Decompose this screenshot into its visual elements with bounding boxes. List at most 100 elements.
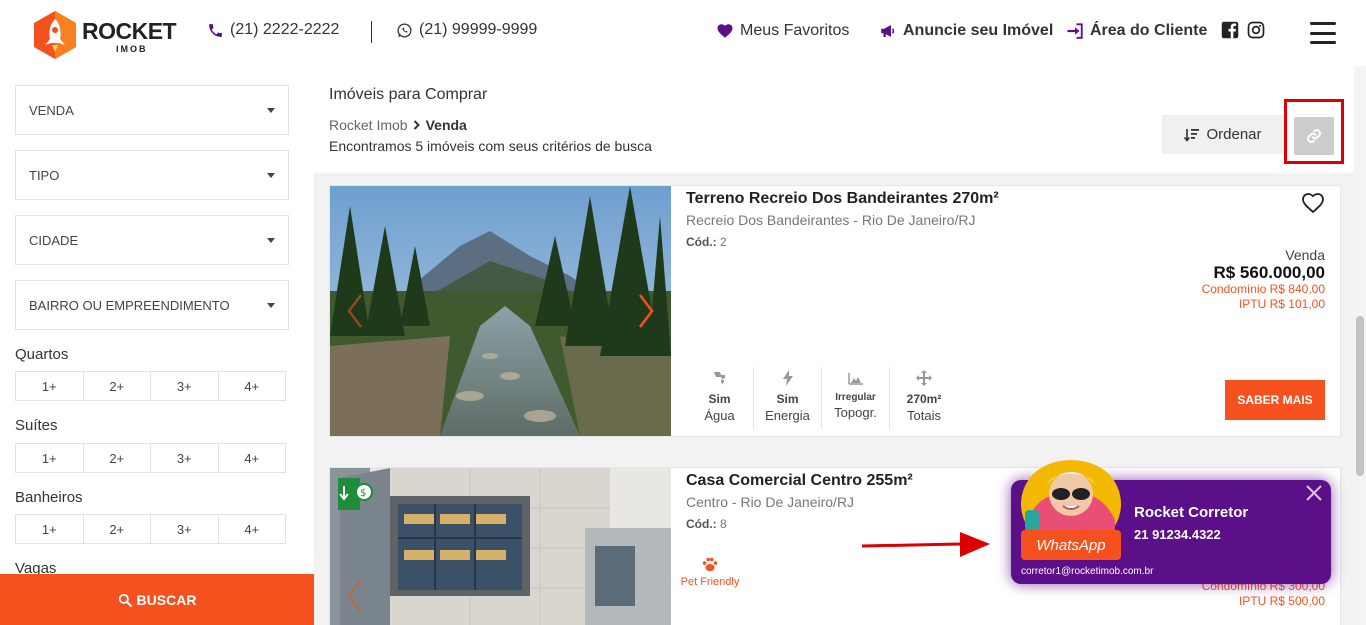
logo[interactable]: ROCKET IMOB (30, 8, 180, 60)
bathrooms-option[interactable]: 1+ (16, 515, 84, 543)
property-features: Sim Água Sim Energia Irregular Topogr. 2… (686, 367, 958, 429)
feature-value: 270m² (906, 392, 942, 406)
carousel-prev-icon[interactable] (346, 578, 364, 614)
pet-friendly-label: Pet Friendly (680, 576, 740, 588)
menu-icon[interactable] (1310, 22, 1336, 44)
bathrooms-option[interactable]: 2+ (84, 515, 151, 543)
megaphone-icon (881, 25, 895, 37)
city-select-value: CIDADE (29, 232, 79, 248)
suites-option[interactable]: 2+ (84, 444, 151, 472)
chevron-right-icon (413, 120, 420, 130)
property-card[interactable]: Terreno Recreio Dos Bandeirantes 270m² R… (329, 185, 1341, 437)
property-title[interactable]: Terreno Recreio Dos Bandeirantes 270m² (686, 190, 999, 208)
transaction-select-value: VENDA (29, 102, 74, 118)
neighborhood-select[interactable]: BAIRRO OU EMPREENDIMENTO (15, 280, 289, 330)
bathrooms-label: Banheiros (15, 489, 83, 506)
suites-label: Suítes (15, 417, 58, 434)
paw-icon (702, 557, 718, 572)
bathrooms-options: 1+ 2+ 3+ 4+ (15, 514, 286, 544)
bedrooms-option[interactable]: 4+ (219, 372, 286, 400)
bedrooms-option[interactable]: 3+ (151, 372, 219, 400)
bedrooms-option[interactable]: 2+ (84, 372, 151, 400)
neighborhood-select-value: BAIRRO OU EMPREENDIMENTO (29, 297, 230, 313)
feature-value: Irregular (835, 392, 876, 403)
price-kind: Venda (1285, 247, 1325, 263)
brand-name: ROCKET (82, 18, 177, 44)
broker-phone[interactable]: 21 91234.4322 (1134, 527, 1221, 542)
rocket-logo-icon (34, 11, 76, 59)
suites-option[interactable]: 4+ (219, 444, 286, 472)
search-button[interactable]: BUSCAR (0, 574, 314, 625)
property-title[interactable]: Casa Comercial Centro 255m² (686, 472, 913, 490)
code-value: 8 (720, 517, 727, 531)
site-header: ROCKET IMOB (21) 2222-2222 (21) 99999-99… (0, 0, 1366, 66)
bathrooms-option[interactable]: 4+ (219, 515, 286, 543)
page-title: Imóveis para Comprar (329, 86, 488, 103)
link-icon (1307, 129, 1321, 143)
whatsapp-link[interactable]: (21) 99999-9999 (396, 21, 537, 39)
feature-value: Sim (776, 392, 799, 406)
advertise-link[interactable]: Anuncie seu Imóvel (879, 22, 1053, 40)
search-icon (118, 593, 132, 607)
chevron-down-icon (267, 303, 275, 308)
property-photo[interactable]: $ (330, 468, 671, 625)
client-area-link[interactable]: Área do Cliente (1066, 22, 1207, 40)
city-select[interactable]: CIDADE (15, 215, 289, 265)
search-button-label: BUSCAR (136, 591, 197, 608)
whatsapp-button[interactable]: WhatsApp (1021, 530, 1121, 560)
chevron-down-icon (267, 108, 275, 113)
chevron-down-icon (267, 238, 275, 243)
suites-options: 1+ 2+ 3+ 4+ (15, 443, 286, 473)
suites-option[interactable]: 3+ (151, 444, 219, 472)
svg-text:$: $ (360, 488, 366, 499)
water-icon (713, 372, 725, 385)
result-count: Encontramos 5 imóveis com seus critérios… (329, 138, 652, 154)
price: R$ 560.000,00 (1213, 263, 1325, 282)
property-photo[interactable] (330, 186, 671, 436)
learn-more-button[interactable]: SABER MAIS (1225, 380, 1325, 420)
carousel-prev-icon[interactable] (346, 293, 364, 329)
order-button[interactable]: Ordenar (1162, 115, 1284, 154)
suites-option[interactable]: 1+ (16, 444, 84, 472)
breadcrumb-root[interactable]: Rocket Imob (329, 117, 408, 133)
bathrooms-option[interactable]: 3+ (151, 515, 219, 543)
instagram-icon[interactable] (1247, 21, 1265, 39)
code-label: Cód.: (686, 517, 717, 531)
bedrooms-options: 1+ 2+ 3+ 4+ (15, 371, 286, 401)
feature-water: Sim Água (686, 367, 754, 429)
bedrooms-label: Quartos (15, 346, 69, 363)
feature-energy: Sim Energia (754, 367, 822, 429)
close-icon[interactable] (1305, 484, 1323, 502)
sign-in-icon (1067, 23, 1083, 39)
bedrooms-option[interactable]: 1+ (16, 372, 84, 400)
broker-name: Rocket Corretor (1134, 504, 1249, 521)
favorites-label: Meus Favoritos (740, 22, 850, 39)
highlight-box (1284, 99, 1344, 164)
carousel-next-icon[interactable] (637, 293, 655, 329)
breadcrumb-current: Venda (425, 117, 467, 133)
scrollbar-thumb[interactable] (1356, 316, 1364, 476)
feature-label: Topogr. (834, 405, 877, 420)
broker-email[interactable]: corretor1@rocketimob.com.br (1021, 566, 1153, 577)
feature-area: 270m² Totais (890, 367, 958, 429)
phone-number: (21) 2222-2222 (230, 21, 340, 38)
chevron-down-icon (267, 173, 275, 178)
share-link-button[interactable] (1294, 117, 1334, 155)
type-select-value: TIPO (29, 167, 60, 183)
header-divider (371, 21, 372, 43)
whatsapp-number: (21) 99999-9999 (419, 21, 538, 38)
property-code: Cód.: 8 (686, 517, 727, 531)
favorite-heart-icon[interactable] (1301, 192, 1325, 214)
code-label: Cód.: (686, 235, 717, 249)
page-scrollbar[interactable] (1354, 66, 1366, 625)
favorites-link[interactable]: Meus Favoritos (716, 22, 849, 40)
pet-friendly-badge: Pet Friendly (675, 555, 745, 588)
client-area-label: Área do Cliente (1090, 22, 1208, 39)
lightning-icon (782, 370, 793, 386)
arrows-icon (916, 370, 932, 386)
facebook-icon[interactable] (1221, 21, 1239, 39)
phone-link[interactable]: (21) 2222-2222 (207, 21, 339, 39)
type-select[interactable]: TIPO (15, 150, 289, 200)
phone-icon (209, 23, 222, 37)
transaction-select[interactable]: VENDA (15, 85, 289, 135)
